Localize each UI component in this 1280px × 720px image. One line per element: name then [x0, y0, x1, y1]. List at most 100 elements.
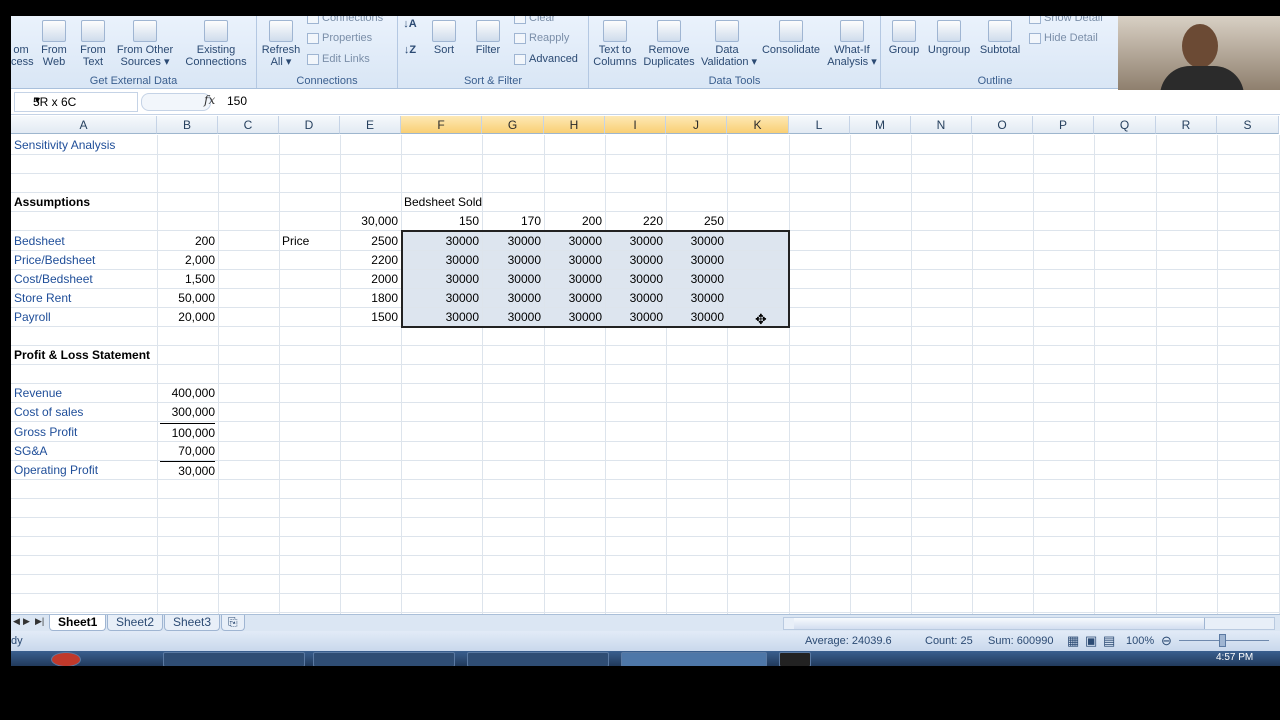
cell-i10[interactable]: 30000 [608, 308, 663, 327]
cell-h6[interactable]: 30000 [547, 232, 602, 251]
tab-sheet2[interactable]: Sheet2 [107, 615, 164, 631]
column-header-a[interactable]: A [11, 116, 157, 134]
cell-f8[interactable]: 30000 [404, 270, 479, 289]
cell-a17[interactable]: SG&A [14, 442, 154, 461]
taskbar-folder-1[interactable] [163, 652, 305, 666]
column-header-l[interactable]: L [789, 116, 850, 134]
scrollbar-thumb[interactable] [794, 618, 1205, 629]
cell-i5[interactable]: 220 [608, 212, 663, 231]
existing-connections-button[interactable]: Existing Connections [183, 20, 249, 68]
insert-sheet-icon[interactable]: ⎘ [221, 615, 245, 631]
from-web-button[interactable]: From Web [38, 20, 70, 68]
chrome-icon[interactable] [51, 652, 81, 666]
cell-j9[interactable]: 30000 [669, 289, 724, 308]
column-header-d[interactable]: D [279, 116, 340, 134]
from-access-button[interactable]: om cess [11, 44, 34, 68]
from-other-sources-button[interactable]: From Other Sources ▾ [115, 20, 175, 68]
cell-g10[interactable]: 30000 [485, 308, 541, 327]
cell-f4[interactable]: Bedsheet Sold [404, 193, 604, 212]
chevron-down-icon[interactable]: ▼ [33, 95, 134, 105]
advanced-button[interactable]: Advanced [514, 53, 578, 65]
cell-f7[interactable]: 30000 [404, 251, 479, 270]
consolidate-button[interactable]: Consolidate [759, 20, 823, 56]
properties-button[interactable]: Properties [307, 32, 372, 44]
refresh-all-button[interactable]: Refresh All ▾ [261, 20, 301, 68]
cell-d6[interactable]: Price [282, 232, 337, 251]
cell-j5[interactable]: 250 [669, 212, 724, 231]
subtotal-button[interactable]: Subtotal [977, 20, 1023, 56]
cell-a6[interactable]: Bedsheet [14, 232, 154, 251]
column-header-c[interactable]: C [218, 116, 279, 134]
text-to-columns-button[interactable]: Text to Columns [593, 20, 637, 68]
column-header-n[interactable]: N [911, 116, 972, 134]
column-header-s[interactable]: S [1217, 116, 1279, 134]
normal-view-icon[interactable]: ▦ [1067, 633, 1079, 649]
filter-button[interactable]: Filter [470, 20, 506, 56]
cell-e10[interactable]: 1500 [343, 308, 398, 327]
cell-a12[interactable]: Profit & Loss Statement [14, 346, 214, 365]
hide-detail-button[interactable]: Hide Detail [1029, 32, 1098, 44]
cell-i8[interactable]: 30000 [608, 270, 663, 289]
zoom-level[interactable]: 100% [1126, 635, 1154, 647]
what-if-analysis-button[interactable]: What-If Analysis ▾ [827, 20, 877, 68]
cell-j10[interactable]: 30000 [669, 308, 724, 327]
column-header-j[interactable]: J [666, 116, 727, 134]
cell-b14[interactable]: 400,000 [160, 384, 215, 403]
cell-a16[interactable]: Gross Profit [14, 423, 154, 442]
cell-h10[interactable]: 30000 [547, 308, 602, 327]
column-header-p[interactable]: P [1033, 116, 1094, 134]
cell-e8[interactable]: 2000 [343, 270, 398, 289]
reapply-button[interactable]: Reapply [514, 32, 569, 44]
cell-b15[interactable]: 300,000 [160, 403, 215, 422]
last-sheet-icon[interactable]: ▶| [35, 616, 44, 627]
column-header-r[interactable]: R [1156, 116, 1217, 134]
cell-b17[interactable]: 70,000 [160, 442, 215, 461]
taskbar-excel[interactable] [621, 652, 767, 666]
sort-descending-icon[interactable]: ↓Z [400, 44, 420, 56]
column-header-m[interactable]: M [850, 116, 911, 134]
cell-b6[interactable]: 200 [160, 232, 215, 251]
column-header-h[interactable]: H [544, 116, 605, 134]
column-header-i[interactable]: I [605, 116, 666, 134]
cell-e6[interactable]: 2500 [343, 232, 398, 251]
prev-sheet-icon[interactable]: ▶ [23, 616, 30, 627]
cell-g8[interactable]: 30000 [485, 270, 541, 289]
cell-a15[interactable]: Cost of sales [14, 403, 154, 422]
zoom-out-icon[interactable]: ⊖ [1161, 633, 1172, 649]
tab-sheet3[interactable]: Sheet3 [164, 615, 221, 631]
edit-links-button[interactable]: Edit Links [307, 53, 370, 65]
cell-a4[interactable]: Assumptions [14, 193, 214, 212]
column-header-b[interactable]: B [157, 116, 218, 134]
column-header-q[interactable]: Q [1094, 116, 1156, 134]
cell-f10[interactable]: 30000 [404, 308, 479, 327]
from-text-button[interactable]: From Text [77, 20, 109, 68]
cell-f9[interactable]: 30000 [404, 289, 479, 308]
cell-e9[interactable]: 1800 [343, 289, 398, 308]
column-header-e[interactable]: E [340, 116, 401, 134]
cell-j6[interactable]: 30000 [669, 232, 724, 251]
cell-h9[interactable]: 30000 [547, 289, 602, 308]
cell-b18[interactable]: 30,000 [160, 461, 215, 481]
cell-b7[interactable]: 2,000 [160, 251, 215, 270]
cell-g7[interactable]: 30000 [485, 251, 541, 270]
cell-i6[interactable]: 30000 [608, 232, 663, 251]
worksheet-grid[interactable]: Sensitivity Analysis Assumptions Bedsheet … [11, 135, 1280, 614]
cell-g5[interactable]: 170 [485, 212, 541, 231]
horizontal-scrollbar[interactable] [783, 617, 1275, 630]
cell-i7[interactable]: 30000 [608, 251, 663, 270]
column-header-k[interactable]: K [727, 116, 789, 134]
cell-a1[interactable]: Sensitivity Analysis [14, 136, 214, 155]
page-layout-icon[interactable]: ▣ [1085, 633, 1097, 649]
cell-b10[interactable]: 20,000 [160, 308, 215, 327]
zoom-slider-thumb[interactable] [1219, 634, 1226, 647]
cell-a14[interactable]: Revenue [14, 384, 154, 403]
cell-a8[interactable]: Cost/Bedsheet [14, 270, 154, 289]
cell-g9[interactable]: 30000 [485, 289, 541, 308]
cell-h7[interactable]: 30000 [547, 251, 602, 270]
cell-i9[interactable]: 30000 [608, 289, 663, 308]
cell-j8[interactable]: 30000 [669, 270, 724, 289]
cell-f5[interactable]: 150 [404, 212, 479, 231]
cell-b9[interactable]: 50,000 [160, 289, 215, 308]
remove-duplicates-button[interactable]: Remove Duplicates [643, 20, 695, 68]
group-button[interactable]: Group [887, 20, 921, 56]
